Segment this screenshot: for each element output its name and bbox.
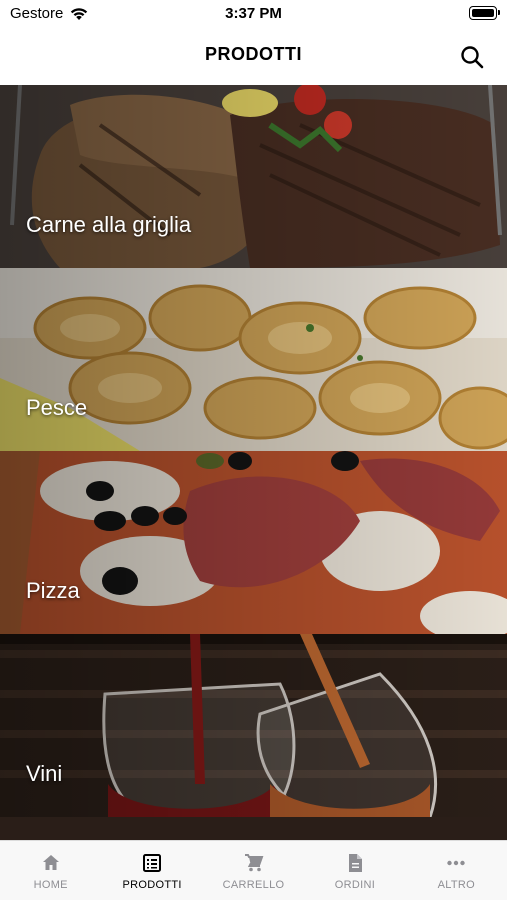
tab-bar: HOME PRODOTTI CARRELLO ORDINI ALTRO bbox=[0, 840, 507, 900]
document-icon bbox=[348, 854, 362, 872]
search-icon[interactable] bbox=[459, 44, 485, 70]
tab-home[interactable]: HOME bbox=[0, 841, 101, 900]
tile-overlay bbox=[0, 85, 507, 268]
battery-icon bbox=[469, 6, 500, 20]
category-label: Pesce bbox=[26, 395, 88, 420]
cart-icon bbox=[244, 854, 263, 872]
category-tile-vini[interactable]: Vini bbox=[0, 634, 507, 817]
navigation-bar: PRODOTTI bbox=[0, 28, 507, 85]
category-tile-partial[interactable] bbox=[0, 817, 507, 840]
page-title: PRODOTTI bbox=[205, 44, 302, 64]
tab-carrello[interactable]: CARRELLO bbox=[203, 841, 304, 900]
category-tile-pesce[interactable]: Pesce bbox=[0, 268, 507, 451]
category-label: Carne alla griglia bbox=[26, 212, 192, 237]
tab-ordini[interactable]: ORDINI bbox=[304, 841, 405, 900]
tab-label: ORDINI bbox=[334, 879, 376, 891]
more-icon bbox=[447, 860, 466, 866]
status-bar: Gestore 3:37 PM bbox=[0, 0, 507, 28]
tab-altro[interactable]: ALTRO bbox=[406, 841, 507, 900]
tile-overlay bbox=[0, 451, 507, 634]
tile-overlay bbox=[0, 634, 507, 817]
home-icon bbox=[42, 855, 59, 870]
category-list: Carne alla griglia Pesce Pizza Vini bbox=[0, 85, 507, 840]
tab-label: PRODOTTI bbox=[122, 879, 182, 891]
category-label: Pizza bbox=[26, 578, 80, 603]
tile-overlay bbox=[0, 268, 507, 451]
tab-prodotti[interactable]: PRODOTTI bbox=[101, 841, 202, 900]
category-tile-pizza[interactable]: Pizza bbox=[0, 451, 507, 634]
status-time: 3:37 PM bbox=[225, 5, 282, 22]
tab-label: HOME bbox=[33, 879, 68, 891]
tab-label: CARRELLO bbox=[222, 879, 285, 891]
category-tile-carne[interactable]: Carne alla griglia bbox=[0, 85, 507, 268]
tab-label: ALTRO bbox=[437, 879, 475, 891]
category-label: Vini bbox=[26, 761, 63, 786]
products-icon bbox=[143, 854, 162, 872]
